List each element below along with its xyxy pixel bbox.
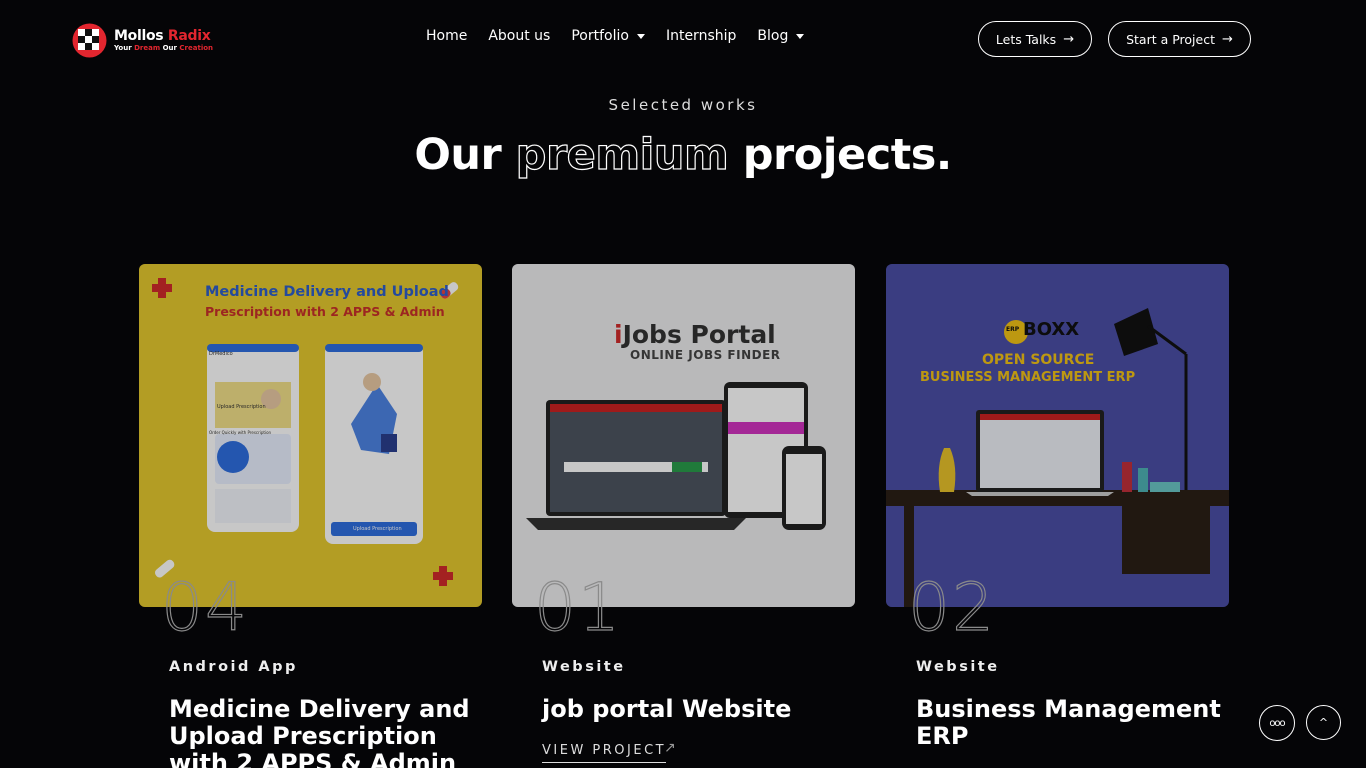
project-title[interactable]: Medicine Delivery and Upload Prescriptio… [169, 696, 479, 768]
nav-home[interactable]: Home [426, 26, 467, 46]
logo-mark-icon [71, 22, 108, 59]
project-image[interactable]: Medicine Delivery and Upload Prescriptio… [139, 264, 482, 607]
image-overlay [886, 264, 1229, 607]
nav-blog[interactable]: Blog [757, 26, 805, 46]
nav-about[interactable]: About us [488, 26, 550, 46]
nav-portfolio[interactable]: Portfolio [571, 26, 645, 46]
arrow-right-icon: → [1222, 31, 1233, 47]
brand-logo[interactable]: Mollos Radix Your Dream Our Creation [71, 22, 213, 59]
project-category: Website [542, 659, 626, 675]
project-card-erp[interactable]: BOXX ERP OPEN SOURCE BUSINESS MANAGEMENT… [886, 264, 1229, 607]
arrow-up-icon[interactable]: ^ [1306, 705, 1341, 740]
project-number: 01 [533, 569, 622, 646]
project-number: 02 [907, 569, 996, 646]
brand-name: Mollos Radix [114, 28, 211, 44]
project-image[interactable]: BOXX ERP OPEN SOURCE BUSINESS MANAGEMENT… [886, 264, 1229, 607]
image-overlay [139, 264, 482, 607]
brand-tagline: Your Dream Our Creation [114, 44, 214, 52]
nav-internship[interactable]: Internship [666, 26, 736, 46]
project-title[interactable]: Business Management ERP [916, 696, 1226, 750]
project-number: 04 [160, 569, 249, 646]
project-card-medicine[interactable]: Medicine Delivery and Upload Prescriptio… [139, 264, 482, 607]
view-project-link[interactable]: VIEW PROJECT [542, 743, 667, 763]
chevron-down-icon [796, 33, 805, 39]
arrow-right-icon: → [1063, 31, 1075, 47]
project-category: Android App [169, 659, 298, 675]
project-title[interactable]: job portal Website [542, 696, 852, 723]
arrow-up-right-icon: ↗ [664, 740, 676, 756]
image-overlay [512, 264, 855, 607]
project-card-job-portal[interactable]: iJobs Portal ONLINE JOBS FINDER [512, 264, 855, 607]
lets-talks-button[interactable]: Lets Talks → [978, 21, 1092, 57]
project-image[interactable]: iJobs Portal ONLINE JOBS FINDER [512, 264, 855, 607]
main-nav: Home About us Portfolio Internship Blog [426, 26, 825, 46]
project-category: Website [916, 659, 1000, 675]
chat-bubble-icon[interactable]: ooo [1259, 705, 1295, 741]
chevron-down-icon [636, 33, 645, 39]
section-title: Our premium projects. [414, 129, 952, 180]
start-project-button[interactable]: Start a Project → [1108, 21, 1251, 57]
section-kicker: Selected works [608, 96, 758, 114]
